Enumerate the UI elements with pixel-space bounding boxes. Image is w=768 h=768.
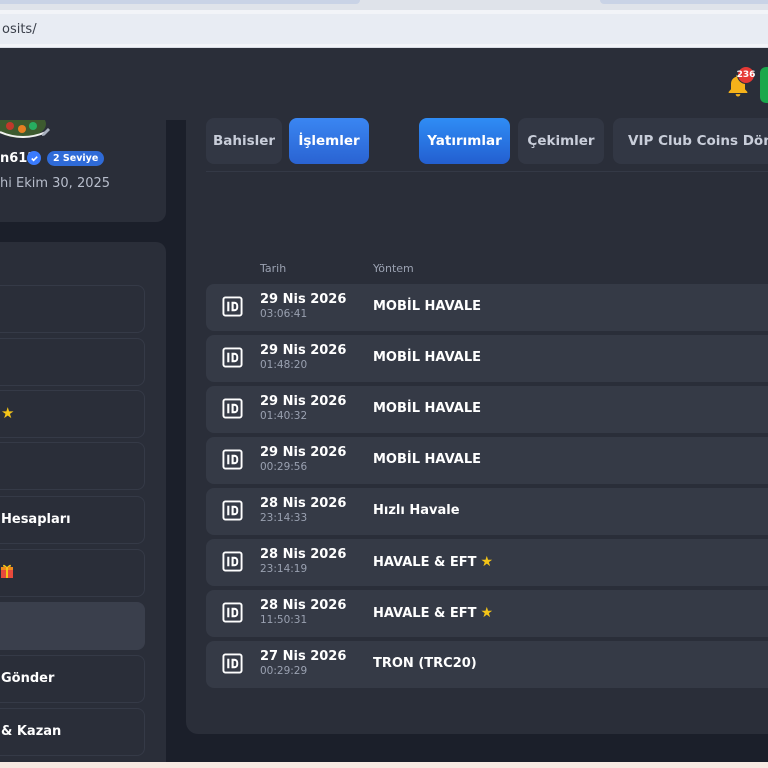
app-header bbox=[0, 48, 768, 120]
menu-item-label: Gönder bbox=[1, 671, 55, 686]
menu-item-referral[interactable]: & Kazan bbox=[0, 708, 145, 756]
table-row[interactable]: 28 Nis 2026 23:14:33 Hızlı Havale bbox=[206, 488, 768, 535]
row-method: MOBİL HAVALE bbox=[373, 401, 481, 416]
menu-item-transactions[interactable] bbox=[0, 602, 145, 650]
row-time: 23:14:33 bbox=[260, 512, 308, 524]
row-method: Hızlı Havale bbox=[373, 503, 460, 518]
table-row[interactable]: 29 Nis 2026 03:06:41 MOBİL HAVALE bbox=[206, 284, 768, 331]
id-icon bbox=[222, 296, 243, 317]
row-method-label: MOBİL HAVALE bbox=[373, 452, 482, 467]
row-time: 23:14:19 bbox=[260, 563, 308, 575]
row-date: 28 Nis 2026 bbox=[260, 598, 347, 613]
menu-item-send[interactable]: Gönder bbox=[0, 655, 145, 703]
tab-bets[interactable]: Bahisler bbox=[206, 118, 282, 164]
menu-item[interactable] bbox=[0, 442, 145, 490]
row-method: HAVALE & EFT ★ bbox=[373, 554, 493, 570]
menu-item-vip[interactable]: ★ bbox=[0, 390, 145, 438]
row-method-label: HAVALE & EFT bbox=[373, 555, 477, 570]
browser-toolbar: osits/ bbox=[0, 10, 768, 48]
level-badge: 2 Seviye bbox=[47, 151, 105, 166]
page-bottom-edge bbox=[0, 762, 768, 768]
column-header-date: Tarih bbox=[260, 262, 287, 275]
row-method-label: HAVALE & EFT bbox=[373, 606, 477, 621]
tab-transactions[interactable]: İşlemler bbox=[289, 118, 369, 164]
row-date: 29 Nis 2026 bbox=[260, 394, 347, 409]
browser-tab-edge bbox=[600, 0, 768, 4]
browser-tab-edge bbox=[0, 0, 360, 4]
row-time: 00:29:56 bbox=[260, 461, 308, 473]
star-icon: ★ bbox=[480, 605, 494, 621]
menu-item-label: & Kazan bbox=[1, 724, 62, 739]
id-icon bbox=[222, 551, 243, 572]
joined-date: hi Ekim 30, 2025 bbox=[0, 176, 111, 191]
row-method: MOBİL HAVALE bbox=[373, 299, 481, 314]
tab-deposits[interactable]: Yatırımlar bbox=[419, 118, 510, 164]
table-row[interactable]: 27 Nis 2026 00:29:29 TRON (TRC20) bbox=[206, 641, 768, 688]
row-method: MOBİL HAVALE bbox=[373, 452, 481, 467]
tab-vip-coins[interactable]: VIP Club Coins Dönüşü bbox=[613, 118, 768, 164]
table-row[interactable]: 29 Nis 2026 01:48:20 MOBİL HAVALE bbox=[206, 335, 768, 382]
row-date: 28 Nis 2026 bbox=[260, 547, 347, 562]
star-icon: ★ bbox=[1, 404, 15, 422]
menu-item-accounts[interactable]: Hesapları bbox=[0, 496, 145, 544]
row-time: 03:06:41 bbox=[260, 308, 308, 320]
row-date: 27 Nis 2026 bbox=[260, 649, 347, 664]
address-bar[interactable]: osits/ bbox=[0, 14, 768, 44]
menu-item-label: Hesapları bbox=[1, 512, 71, 527]
table-row[interactable]: 28 Nis 2026 23:14:19 HAVALE & EFT ★ bbox=[206, 539, 768, 586]
table-row[interactable]: 29 Nis 2026 00:29:56 MOBİL HAVALE bbox=[206, 437, 768, 484]
row-date: 29 Nis 2026 bbox=[260, 445, 347, 460]
notification-badge: 236 bbox=[737, 66, 755, 84]
row-method: TRON (TRC20) bbox=[373, 656, 477, 671]
row-time: 01:40:32 bbox=[260, 410, 308, 422]
id-icon bbox=[222, 602, 243, 623]
row-method-label: Hızlı Havale bbox=[373, 503, 460, 518]
id-icon bbox=[222, 500, 243, 521]
row-method-label: MOBİL HAVALE bbox=[373, 299, 482, 314]
deposit-button[interactable] bbox=[760, 67, 768, 103]
row-method-label: MOBİL HAVALE bbox=[373, 401, 482, 416]
tab-withdrawals[interactable]: Çekimler bbox=[518, 118, 604, 164]
id-icon bbox=[222, 398, 243, 419]
address-bar-text: osits/ bbox=[2, 22, 37, 37]
row-date: 29 Nis 2026 bbox=[260, 292, 347, 307]
gift-icon bbox=[1, 564, 13, 578]
row-time: 00:29:29 bbox=[260, 665, 308, 677]
browser-tab-strip bbox=[0, 0, 768, 10]
edit-avatar-icon[interactable] bbox=[40, 126, 52, 138]
table-row[interactable]: 28 Nis 2026 11:50:31 HAVALE & EFT ★ bbox=[206, 590, 768, 637]
star-icon: ★ bbox=[480, 554, 494, 570]
row-time: 11:50:31 bbox=[260, 614, 308, 626]
row-date: 29 Nis 2026 bbox=[260, 343, 347, 358]
table-row[interactable]: 29 Nis 2026 01:40:32 MOBİL HAVALE bbox=[206, 386, 768, 433]
id-icon bbox=[222, 347, 243, 368]
menu-item[interactable] bbox=[0, 285, 145, 333]
row-date: 28 Nis 2026 bbox=[260, 496, 347, 511]
divider bbox=[206, 171, 768, 172]
row-method: HAVALE & EFT ★ bbox=[373, 605, 493, 621]
menu-item-bonus[interactable] bbox=[0, 549, 145, 597]
row-method-label: MOBİL HAVALE bbox=[373, 350, 482, 365]
row-time: 01:48:20 bbox=[260, 359, 308, 371]
menu-item[interactable] bbox=[0, 338, 145, 386]
id-icon bbox=[222, 449, 243, 470]
row-method: MOBİL HAVALE bbox=[373, 350, 481, 365]
column-header-method: Yöntem bbox=[373, 262, 414, 275]
verified-icon bbox=[27, 151, 41, 165]
row-method-label: TRON (TRC20) bbox=[373, 656, 477, 671]
id-icon bbox=[222, 653, 243, 674]
tabs-row: Bahisler İşlemler Yatırımlar Çekimler VI… bbox=[206, 118, 768, 164]
